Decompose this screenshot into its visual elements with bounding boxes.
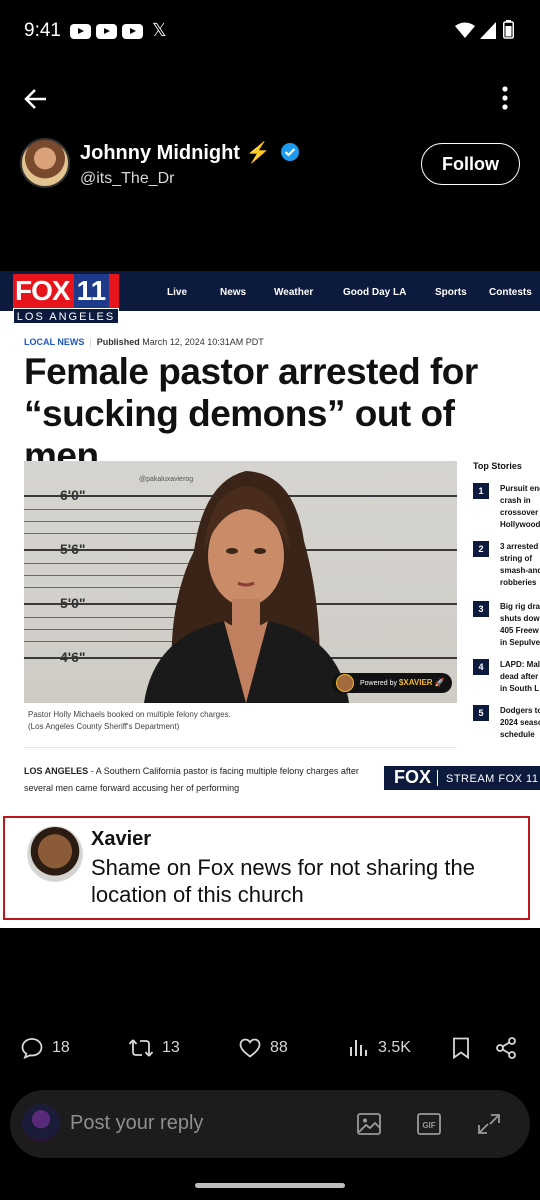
- badge-prefix: Powered by: [360, 680, 397, 687]
- story-text: Pursuit end crash in crossover Hollywood: [500, 484, 540, 529]
- story-text: 3 arrested string of smash-and robberies: [500, 542, 540, 587]
- status-bar: 9:41 𝕏: [0, 0, 540, 62]
- home-indicator[interactable]: [195, 1183, 345, 1188]
- height-mark: 6'0": [60, 487, 86, 503]
- reply-text: Shame on Fox news for not sharing the lo…: [91, 855, 475, 907]
- author-avatar[interactable]: [20, 138, 70, 188]
- youtube-notification-icon: [122, 24, 143, 39]
- current-user-avatar: [22, 1104, 60, 1142]
- stream-fox11-banner: FOX STREAM FOX 11: [384, 766, 540, 790]
- verified-badge-icon: [281, 143, 299, 161]
- heart-icon: [239, 1038, 261, 1058]
- author-name-text: Johnny Midnight ⚡: [80, 142, 271, 164]
- gif-icon[interactable]: GIF: [416, 1112, 442, 1136]
- share-icon: [496, 1037, 516, 1059]
- battery-icon: [503, 20, 514, 39]
- overlay-reply-card: Xavier Shame on Fox news for not sharing…: [3, 816, 530, 920]
- published-label: Published: [96, 337, 140, 347]
- x-notification-icon: 𝕏: [152, 20, 167, 40]
- divider: [24, 747, 457, 748]
- repost-count: 13: [162, 1039, 180, 1056]
- nav-weather: Weather: [274, 287, 314, 298]
- signal-icon: [480, 22, 496, 39]
- height-mark: 5'0": [60, 595, 86, 611]
- mugshot-photo: 6'0" 5'6" 5'0" 4'6" @pakaluxavierog Powe…: [24, 461, 457, 703]
- story-number: 3: [473, 601, 489, 617]
- post-image[interactable]: Live News Weather Good Day LA Sports Con…: [0, 271, 540, 928]
- back-button[interactable]: [18, 82, 54, 116]
- arrow-left-icon: [24, 89, 46, 109]
- story-number: 4: [473, 659, 489, 675]
- story-text: Big rig dra shuts dow 405 Freew in Sepul…: [500, 602, 540, 647]
- story-text: Dodgers to 2024 seaso schedule: [500, 706, 540, 739]
- reply-avatar: [27, 826, 83, 882]
- nav-news: News: [220, 287, 247, 298]
- image-icon[interactable]: [356, 1112, 382, 1136]
- dateline: LOS ANGELES: [24, 766, 89, 776]
- nav-good-day-la: Good Day LA: [343, 287, 407, 298]
- reply-author-name: Xavier: [91, 828, 152, 850]
- nav-contests: Contests: [489, 287, 532, 298]
- status-time: 9:41: [24, 20, 61, 41]
- youtube-notification-icon: [96, 24, 117, 39]
- like-count: 88: [270, 1039, 288, 1056]
- reply-button[interactable]: 18: [20, 1034, 70, 1062]
- article-category: LOCAL NEWS: [24, 337, 85, 347]
- share-button[interactable]: [494, 1034, 526, 1062]
- reply-icon: [21, 1038, 43, 1060]
- youtube-notification-icon: [70, 24, 91, 39]
- stream-fox-logo: FOX: [394, 767, 432, 787]
- follow-button[interactable]: Follow: [421, 143, 520, 185]
- photo-caption: Pastor Holly Michaels booked on multiple…: [28, 709, 231, 733]
- height-mark: 5'6": [60, 541, 86, 557]
- article-headline: Female pastor arrested for “sucking demo…: [24, 351, 478, 476]
- fox11-logo: FOX 11 LOS ANGELES: [13, 274, 119, 324]
- reply-composer[interactable]: Post your reply GIF: [10, 1090, 530, 1158]
- story-number: 1: [473, 483, 489, 499]
- svg-text:GIF: GIF: [422, 1121, 435, 1130]
- badge-avatar: [336, 674, 354, 692]
- more-options-button[interactable]: [490, 82, 520, 116]
- published-date: March 12, 2024 10:31AM PDT: [142, 337, 264, 347]
- repost-button[interactable]: 13: [128, 1034, 180, 1062]
- wifi-icon: [455, 22, 475, 38]
- top-stories-title: Top Stories: [473, 461, 522, 471]
- bookmark-icon: [453, 1037, 469, 1060]
- views-chart-icon: [350, 1040, 367, 1056]
- fox-logo-number: 11: [73, 274, 110, 308]
- top-stories: Top Stories 1 Pursuit end crash in cross…: [473, 461, 540, 739]
- story-text: LAPD: Mal dead after in South L: [500, 660, 540, 693]
- nav-sports: Sports: [435, 287, 467, 298]
- nav-live: Live: [167, 287, 188, 298]
- fox-logo-text: FOX: [15, 275, 71, 306]
- views-button[interactable]: 3.5K: [348, 1034, 411, 1062]
- expand-icon[interactable]: [476, 1112, 502, 1136]
- bookmark-button[interactable]: [450, 1034, 480, 1062]
- like-button[interactable]: 88: [238, 1034, 288, 1062]
- author-handle[interactable]: @its_The_Dr: [80, 170, 175, 188]
- powered-by-badge: Powered by $XAVIER 🚀: [332, 673, 452, 693]
- article-meta: LOCAL NEWS | Published March 12, 2024 10:3…: [24, 337, 264, 347]
- views-count: 3.5K: [378, 1039, 411, 1056]
- woman-portrait: [144, 471, 349, 703]
- story-number: 5: [473, 705, 489, 721]
- caption-line: (Los Angeles County Sheriff's Department…: [28, 722, 180, 731]
- caption-line: Pastor Holly Michaels booked on multiple…: [28, 710, 231, 719]
- badge-token: $XAVIER 🚀: [398, 678, 445, 687]
- more-vertical-icon: [502, 86, 508, 110]
- article-lead: LOS ANGELES - A Southern California past…: [24, 763, 364, 797]
- stream-label: STREAM FOX 11: [446, 773, 539, 785]
- story-number: 2: [473, 541, 489, 557]
- fox-logo-city: LOS ANGELES: [13, 308, 119, 324]
- height-mark: 4'6": [60, 649, 86, 665]
- reply-input[interactable]: Post your reply: [70, 1112, 203, 1135]
- repost-icon: [128, 1039, 154, 1057]
- author-name[interactable]: Johnny Midnight ⚡: [80, 140, 300, 165]
- reply-count: 18: [52, 1039, 70, 1056]
